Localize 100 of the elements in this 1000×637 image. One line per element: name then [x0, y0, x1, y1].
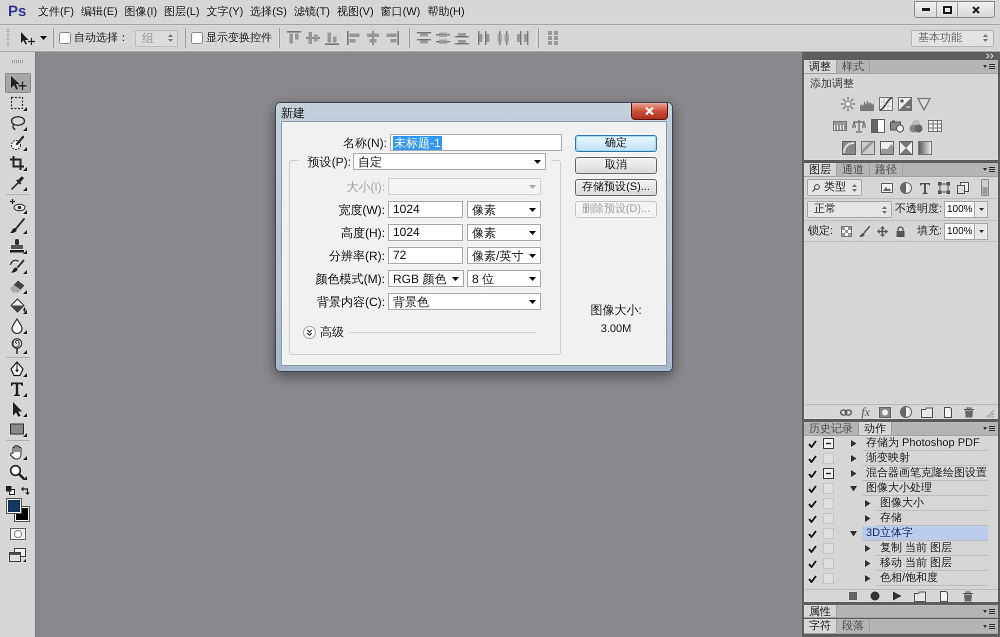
mask-icon[interactable] — [879, 406, 891, 418]
three-circles-icon[interactable] — [909, 119, 923, 133]
panel-tab[interactable]: 动作 — [859, 422, 892, 435]
distribute-horizontal-centers-icon[interactable] — [496, 31, 510, 45]
number-input[interactable]: 1024 — [388, 224, 463, 241]
balance-scale-icon[interactable] — [852, 119, 866, 133]
expand-triangle-icon[interactable] — [864, 575, 871, 582]
checkmark-icon[interactable] — [808, 500, 816, 508]
preset-select[interactable]: 自定 — [353, 153, 546, 170]
play-triangle-icon[interactable] — [892, 591, 902, 601]
dialog-button[interactable]: 确定 — [575, 135, 657, 152]
dialog-toggle-icon[interactable] — [822, 468, 834, 479]
menu-item[interactable]: 图像(I) — [124, 6, 158, 19]
camera-icon[interactable] — [890, 119, 904, 133]
page-icon[interactable] — [938, 590, 950, 602]
unit-select[interactable]: 像素/英寸 — [467, 247, 541, 264]
grid-icon[interactable] — [928, 119, 942, 133]
panel-tab[interactable]: 属性 — [804, 605, 837, 617]
page-icon[interactable] — [942, 406, 954, 418]
action-item[interactable]: 图像大小处理 — [862, 481, 988, 496]
folder-icon[interactable] — [921, 406, 933, 418]
curve-graph-icon[interactable] — [879, 97, 893, 111]
panel-tab[interactable]: 图层 — [804, 163, 837, 176]
panel-menu-icon[interactable] — [983, 425, 995, 432]
dropdown-button[interactable] — [975, 222, 988, 240]
action-item[interactable]: 渐变映射 — [862, 451, 988, 466]
number-input[interactable]: 72 — [388, 247, 463, 264]
action-item[interactable]: 色相/饱和度 — [876, 571, 988, 586]
trash-icon[interactable] — [963, 406, 975, 418]
half-circle-icon[interactable] — [900, 182, 912, 194]
panel-tab[interactable]: 路径 — [870, 163, 903, 176]
document-stack-icon[interactable] — [957, 182, 969, 194]
panel-tab[interactable]: 样式 — [837, 60, 870, 73]
overlapping-windows-icon[interactable] — [9, 548, 26, 562]
action-item[interactable]: 3D立体字 — [862, 526, 988, 541]
menu-item[interactable]: 编辑(E) — [81, 6, 118, 19]
dropdown-button[interactable] — [975, 201, 988, 218]
action-item[interactable]: 混合器画笔克隆绘图设置 — [862, 466, 988, 481]
dialog-button[interactable]: 取消 — [575, 157, 657, 174]
double-arrow-icon[interactable] — [986, 53, 994, 59]
checkmark-icon[interactable] — [808, 470, 816, 478]
curved-stroke-square-icon[interactable] — [842, 141, 856, 155]
blend-mode-select[interactable]: 正常 — [807, 201, 892, 218]
move-arrows-icon[interactable] — [877, 226, 888, 236]
expand-triangle-icon[interactable] — [850, 470, 857, 477]
half-circle-icon[interactable] — [900, 406, 912, 418]
number-input[interactable]: 1024 — [388, 201, 463, 218]
padlock-icon[interactable] — [895, 226, 906, 236]
action-item[interactable]: 复制 当前 图层 — [876, 541, 988, 556]
color-swatches-icon[interactable] — [6, 498, 30, 522]
hourglass-square-icon[interactable] — [899, 141, 913, 155]
checkmark-icon[interactable] — [808, 484, 816, 492]
distribute-right-edges-icon[interactable] — [515, 31, 529, 45]
action-item[interactable]: 存储为 Photoshop PDF — [862, 436, 988, 451]
menu-item[interactable]: 图层(L) — [164, 6, 200, 19]
plus-minus-square-icon[interactable] — [898, 97, 912, 111]
expand-triangle-icon[interactable] — [864, 545, 871, 552]
panel-menu-icon[interactable] — [983, 166, 995, 173]
effects-button[interactable]: fx — [861, 406, 870, 418]
align-top-edges-icon[interactable] — [287, 31, 301, 45]
menu-item[interactable]: 窗口(W) — [380, 6, 420, 19]
opacity-input[interactable]: 100% — [944, 201, 975, 218]
sun-icon[interactable] — [841, 97, 855, 111]
resize-grip-icon[interactable] — [986, 410, 994, 418]
panel-menu-icon[interactable] — [983, 608, 995, 614]
dialog-toggle-icon[interactable] — [822, 543, 834, 554]
checkbox[interactable] — [59, 32, 71, 44]
dialog-toggle-icon[interactable] — [822, 528, 834, 539]
menu-item[interactable]: 滤镜(T) — [294, 6, 330, 19]
align-left-edges-icon[interactable] — [347, 31, 361, 45]
panel-tab[interactable]: 调整 — [804, 60, 837, 73]
level-bars-icon[interactable] — [833, 119, 847, 133]
expand-triangle-icon[interactable] — [864, 560, 871, 567]
expand-triangle-icon[interactable] — [864, 500, 871, 507]
brush-icon[interactable] — [859, 226, 870, 236]
wave-square-icon[interactable] — [880, 141, 894, 155]
distribute-top-edges-icon[interactable] — [417, 31, 431, 45]
checker-square-icon[interactable] — [841, 226, 852, 236]
dialog-toggle-icon[interactable] — [822, 438, 834, 449]
letter-t-icon[interactable] — [919, 182, 931, 194]
menu-item[interactable]: 视图(V) — [336, 6, 374, 19]
align-vertical-centers-icon[interactable] — [306, 31, 320, 45]
dialog-button[interactable]: 存储预设(S)... — [575, 179, 657, 196]
expand-triangle-icon[interactable] — [864, 515, 871, 522]
align-right-edges-icon[interactable] — [385, 31, 399, 45]
link-icon[interactable] — [840, 406, 852, 418]
workspace-dropdown[interactable]: 基本功能 — [911, 30, 994, 46]
panel-tab[interactable]: 段落 — [837, 619, 870, 633]
dropdown-select[interactable]: 背景色 — [388, 293, 541, 310]
filter-select[interactable]: 类型 — [807, 179, 862, 196]
checkmark-icon[interactable] — [808, 530, 816, 538]
expand-triangle-icon[interactable] — [850, 455, 857, 462]
checkmark-icon[interactable] — [808, 574, 816, 582]
menu-item[interactable]: 帮助(H) — [427, 6, 465, 19]
expand-triangle-icon[interactable] — [850, 530, 857, 537]
dropdown-select[interactable]: 8 位 — [467, 270, 541, 287]
panel-menu-icon[interactable] — [983, 622, 995, 630]
checkmark-icon[interactable] — [808, 454, 816, 462]
dialog-toggle-icon[interactable] — [822, 453, 834, 464]
align-horizontal-centers-icon[interactable] — [366, 31, 380, 45]
